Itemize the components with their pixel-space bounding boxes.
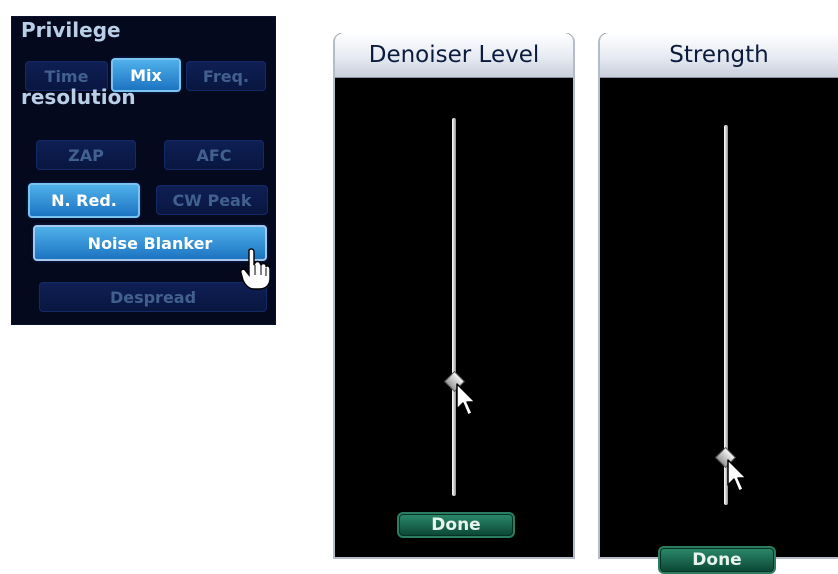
strength-dialog: Strength Done bbox=[598, 33, 838, 574]
done-button[interactable]: Done bbox=[658, 546, 776, 574]
dialog-title: Strength bbox=[600, 33, 838, 78]
panel-subtitle: resolution bbox=[21, 85, 136, 109]
hand-pointer-icon bbox=[240, 248, 270, 290]
cw-peak-button[interactable]: CW Peak bbox=[156, 185, 268, 215]
done-button[interactable]: Done bbox=[397, 512, 515, 538]
denoiser-level-dialog: Denoiser Level Done bbox=[333, 33, 575, 559]
arrow-cursor-icon bbox=[456, 383, 476, 416]
zap-button[interactable]: ZAP bbox=[36, 140, 136, 170]
afc-button[interactable]: AFC bbox=[164, 140, 264, 170]
despread-button[interactable]: Despread bbox=[39, 282, 267, 312]
noise-reduction-button[interactable]: N. Red. bbox=[28, 183, 140, 218]
panel-title: Privilege bbox=[21, 18, 121, 42]
denoiser-slider-track[interactable] bbox=[452, 118, 456, 496]
freq-button[interactable]: Freq. bbox=[186, 61, 266, 91]
privilege-panel: Privilege Time Mix Freq. resolution ZAP … bbox=[11, 16, 276, 325]
arrow-cursor-icon bbox=[727, 459, 747, 492]
dialog-title: Denoiser Level bbox=[335, 33, 573, 78]
noise-blanker-button[interactable]: Noise Blanker bbox=[33, 225, 267, 261]
